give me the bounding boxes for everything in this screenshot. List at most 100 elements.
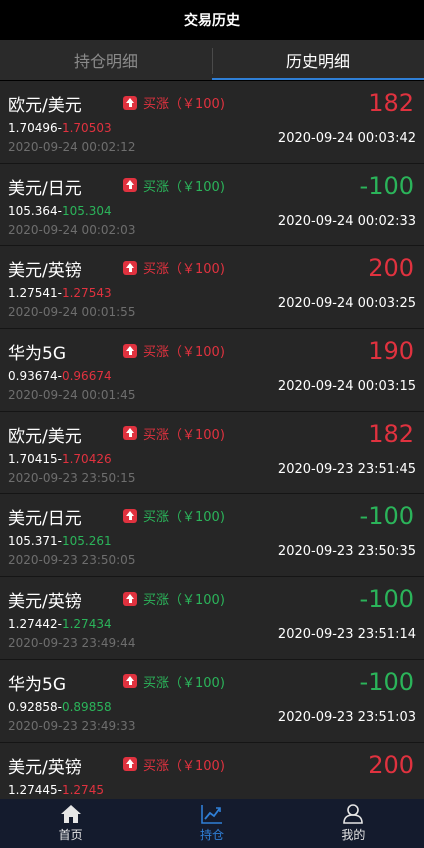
nav-positions-label: 持仓: [199, 828, 224, 842]
trade-pair: 欧元/美元: [8, 426, 82, 447]
tab-history[interactable]: 历史明细: [212, 40, 424, 80]
close-time: 2020-09-23 23:51:14: [277, 627, 416, 643]
trade-pair: 美元/日元: [8, 178, 82, 199]
open-price: 0.93674: [8, 369, 58, 384]
open-time: 2020-09-24 00:02:12: [8, 140, 136, 154]
close-price: 0.89858: [61, 699, 112, 714]
close-time: 2020-09-23 23:50:35: [277, 544, 416, 560]
open-price: 1.27541: [8, 286, 58, 301]
nav-home[interactable]: 首页: [0, 799, 141, 848]
open-time: 2020-09-23 23:49:44: [8, 636, 136, 651]
close-time: 2020-09-24 00:03:15: [277, 379, 416, 395]
tab-divider: [212, 48, 213, 74]
trade-direction: 买涨（￥100): [123, 176, 225, 195]
trade-direction: 买涨（￥100): [123, 672, 225, 691]
trade-pair: 美元/英镑: [8, 592, 82, 613]
nav-positions[interactable]: 持仓: [141, 799, 282, 848]
trade-direction: 买涨（￥100): [123, 506, 225, 525]
arrow-up-icon: [123, 591, 137, 606]
trade-row[interactable]: 华为5G 买涨（￥100) 190 0.93674-0.96674 2020-09-24…: [0, 329, 424, 412]
trade-history-list[interactable]: 欧元/美元 买涨（￥100) 182 1.70496-1.70503 2020-09-2…: [0, 81, 424, 799]
trade-prices: 1.27442-1.27434: [8, 617, 112, 631]
arrow-up-icon: [123, 674, 137, 689]
open-time: 2020-09-24 00:01:45: [8, 388, 136, 403]
trade-pnl: -100: [359, 502, 414, 531]
open-time: 2020-09-23 23:49:33: [8, 718, 136, 733]
trade-pnl: 200: [368, 750, 414, 779]
trade-row[interactable]: 华为5G 买涨（￥100) -100 0.92858-0.89858 2020-09-2…: [0, 659, 424, 743]
open-price: 1.70415: [8, 451, 58, 466]
direction-label: 买涨（￥100): [143, 510, 225, 526]
user-icon: [343, 804, 364, 824]
trade-prices: 0.93674-0.96674: [8, 369, 112, 383]
trade-pnl: 190: [368, 337, 414, 366]
trade-row[interactable]: 美元/日元 买涨（￥100) -100 105.364-105.304 2020-09-…: [0, 163, 424, 247]
home-icon: [60, 805, 81, 823]
open-time: 2020-09-23 23:50:05: [8, 553, 136, 568]
trade-prices: 105.371-105.261: [8, 534, 112, 548]
trade-direction: 买涨（￥100): [123, 341, 225, 360]
trade-row[interactable]: 欧元/美元 买涨（￥100) 182 1.70415-1.70426 2020-09-2…: [0, 411, 424, 495]
close-price: 1.27543: [61, 286, 112, 301]
chart-icon: [201, 805, 222, 824]
bottom-nav: 首页 持仓 我的: [0, 799, 424, 848]
direction-label: 买涨（￥100): [143, 675, 225, 691]
nav-mine-label: 我的: [341, 828, 366, 842]
open-price: 105.364: [8, 203, 58, 218]
trade-pnl: -100: [359, 667, 414, 696]
trade-row[interactable]: 美元/英镑 买涨（￥100) 200 1.27445-1.2745: [0, 742, 424, 799]
close-time: 2020-09-23 23:51:45: [277, 461, 416, 477]
trade-prices: 1.70496-1.70503: [8, 121, 112, 135]
arrow-up-icon: [123, 178, 137, 193]
close-price: 1.27434: [61, 617, 112, 632]
close-price: 105.261: [61, 534, 112, 549]
arrow-up-icon: [123, 95, 137, 110]
arrow-up-icon: [123, 343, 137, 358]
direction-label: 买涨（￥100): [143, 345, 225, 361]
trade-pair: 美元/日元: [8, 509, 82, 530]
trade-row[interactable]: 欧元/美元 买涨（￥100) 182 1.70496-1.70503 2020-09-2…: [0, 81, 424, 164]
trade-pnl: -100: [359, 171, 414, 200]
trade-row[interactable]: 美元/日元 买涨（￥100) -100 105.371-105.261 2020-09-…: [0, 494, 424, 578]
open-price: 105.371: [8, 534, 58, 549]
open-time: 2020-09-24 00:01:55: [8, 305, 136, 320]
close-time: 2020-09-24 00:02:33: [277, 213, 416, 229]
trade-direction: 买涨（￥100): [123, 424, 225, 443]
direction-label: 买涨（￥100): [143, 758, 225, 774]
app-header: 交易历史: [0, 0, 424, 40]
direction-label: 买涨（￥100): [143, 262, 225, 278]
trade-pnl: -100: [359, 585, 414, 614]
direction-label: 买涨（￥100): [143, 427, 225, 443]
trade-prices: 0.92858-0.89858: [8, 700, 112, 714]
tab-positions[interactable]: 持仓明细: [0, 40, 212, 80]
nav-home-label: 首页: [58, 828, 83, 842]
trade-prices: 105.364-105.304: [8, 204, 112, 218]
trade-row[interactable]: 美元/英镑 买涨（￥100) -100 1.27442-1.27434 2020-09-…: [0, 577, 424, 660]
trade-direction: 买涨（￥100): [123, 589, 225, 608]
arrow-up-icon: [123, 757, 137, 771]
open-time: 2020-09-23 23:50:15: [8, 470, 136, 485]
trade-pnl: 200: [368, 254, 414, 283]
nav-mine[interactable]: 我的: [283, 799, 424, 848]
direction-label: 买涨（￥100): [143, 593, 225, 609]
close-time: 2020-09-24 00:03:42: [277, 131, 416, 146]
close-price: 1.2745: [61, 782, 104, 797]
close-time: 2020-09-24 00:03:25: [277, 296, 416, 312]
trade-pair: 美元/英镑: [8, 261, 82, 282]
arrow-up-icon: [123, 260, 137, 275]
open-time: 2020-09-24 00:02:03: [8, 222, 136, 237]
trade-row[interactable]: 美元/英镑 买涨（￥100) 200 1.27541-1.27543 2020-09-2…: [0, 246, 424, 330]
close-price: 105.304: [61, 203, 112, 218]
trade-prices: 1.27541-1.27543: [8, 286, 112, 300]
arrow-up-icon: [123, 426, 137, 441]
trade-direction: 买涨（￥100): [123, 755, 225, 774]
open-price: 1.27445: [8, 782, 58, 797]
close-price: 0.96674: [61, 369, 112, 384]
trade-prices: 1.70415-1.70426: [8, 452, 112, 466]
trade-pair: 华为5G: [8, 344, 66, 365]
direction-label: 买涨（￥100): [143, 97, 225, 112]
trade-direction: 买涨（￥100): [123, 258, 225, 277]
trade-direction: 买涨（￥100): [123, 93, 225, 112]
trade-pnl: 182: [368, 89, 414, 117]
page-title: 交易历史: [184, 13, 240, 29]
